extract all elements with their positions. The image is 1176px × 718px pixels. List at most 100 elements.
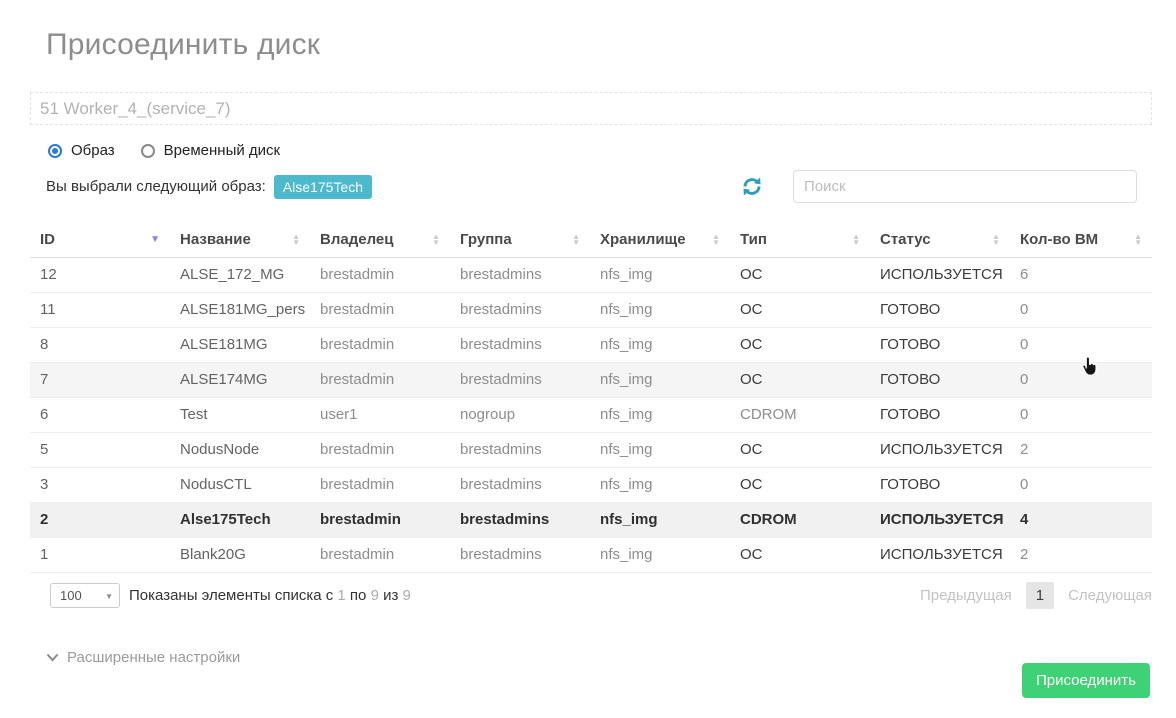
summary-total: 9 bbox=[403, 587, 411, 604]
column-header-label: Хранилище bbox=[600, 231, 686, 248]
table-row[interactable]: 5NodusNodebrestadminbrestadminsnfs_imgОС… bbox=[30, 433, 1152, 468]
cell-status: ГОТОВО bbox=[870, 398, 1010, 433]
column-header[interactable]: Хранилище▲▼ bbox=[590, 222, 730, 258]
search-input[interactable] bbox=[793, 170, 1137, 203]
radio-temp-disk[interactable]: Временный диск bbox=[141, 142, 280, 159]
cell-type: ОС bbox=[730, 328, 870, 363]
cell-group: brestadmins bbox=[450, 468, 590, 503]
pagination-next[interactable]: Следующая bbox=[1068, 587, 1152, 604]
cell-name: Blank20G bbox=[170, 538, 310, 573]
cell-vm_count: 4 bbox=[1010, 503, 1152, 538]
cell-owner: brestadmin bbox=[310, 468, 450, 503]
cell-storage: nfs_img bbox=[590, 468, 730, 503]
cell-name: Alse175Tech bbox=[170, 503, 310, 538]
column-header[interactable]: Название▲▼ bbox=[170, 222, 310, 258]
table-row[interactable]: 8ALSE181MGbrestadminbrestadminsnfs_imgОС… bbox=[30, 328, 1152, 363]
cell-owner: brestadmin bbox=[310, 258, 450, 293]
cell-owner: brestadmin bbox=[310, 538, 450, 573]
vm-select[interactable]: 51 Worker_4_(service_7) bbox=[30, 92, 1152, 125]
image-toolbar: Вы выбрали следующий образ: Alse175Tech bbox=[30, 170, 1152, 203]
cell-name: ALSE_172_MG bbox=[170, 258, 310, 293]
cell-vm_count: 0 bbox=[1010, 398, 1152, 433]
cell-id: 1 bbox=[30, 538, 170, 573]
sort-desc-icon: ▼ bbox=[150, 235, 160, 245]
cell-type: ОС bbox=[730, 363, 870, 398]
cell-status: ГОТОВО bbox=[870, 328, 1010, 363]
table-row[interactable]: 7ALSE174MGbrestadminbrestadminsnfs_imgОС… bbox=[30, 363, 1152, 398]
table-row[interactable]: 2Alse175Techbrestadminbrestadminsnfs_img… bbox=[30, 503, 1152, 538]
table-row[interactable]: 12ALSE_172_MGbrestadminbrestadminsnfs_im… bbox=[30, 258, 1152, 293]
cell-type: ОС bbox=[730, 433, 870, 468]
page-size-value: 100 bbox=[60, 588, 82, 603]
vm-select-value: 51 Worker_4_(service_7) bbox=[40, 99, 231, 119]
sort-both-icon: ▲▼ bbox=[852, 234, 860, 246]
cell-group: nogroup bbox=[450, 398, 590, 433]
radio-circle-icon bbox=[48, 144, 62, 158]
cell-group: brestadmins bbox=[450, 293, 590, 328]
cell-owner: brestadmin bbox=[310, 503, 450, 538]
table-footer: 100 ▼ Показаны элементы списка с 1 по 9 … bbox=[30, 582, 1152, 609]
cell-id: 8 bbox=[30, 328, 170, 363]
cell-storage: nfs_img bbox=[590, 433, 730, 468]
cell-group: brestadmins bbox=[450, 363, 590, 398]
refresh-button[interactable] bbox=[742, 177, 762, 196]
cell-id: 2 bbox=[30, 503, 170, 538]
cell-name: Test bbox=[170, 398, 310, 433]
selected-image-badge: Alse175Tech bbox=[274, 175, 372, 199]
table-row[interactable]: 1Blank20Gbrestadminbrestadminsnfs_imgОСИ… bbox=[30, 538, 1152, 573]
list-summary: Показаны элементы списка с 1 по 9 из 9 bbox=[129, 587, 411, 604]
column-header-label: Название bbox=[180, 231, 251, 248]
cell-status: ГОТОВО bbox=[870, 468, 1010, 503]
selected-image-label: Вы выбрали следующий образ: bbox=[46, 178, 266, 195]
cell-owner: brestadmin bbox=[310, 433, 450, 468]
cell-owner: brestadmin bbox=[310, 363, 450, 398]
table-row[interactable]: 11ALSE181MG_persbrestadminbrestadminsnfs… bbox=[30, 293, 1152, 328]
radio-label: Образ bbox=[71, 142, 115, 159]
column-header-label: Кол-во ВМ bbox=[1020, 231, 1098, 248]
column-header[interactable]: Владелец▲▼ bbox=[310, 222, 450, 258]
cell-type: CDROM bbox=[730, 398, 870, 433]
cell-storage: nfs_img bbox=[590, 328, 730, 363]
column-header[interactable]: Кол-во ВМ▲▼ bbox=[1010, 222, 1152, 258]
pagination-page-1[interactable]: 1 bbox=[1026, 582, 1054, 609]
radio-image[interactable]: Образ bbox=[48, 142, 115, 159]
pagination-prev[interactable]: Предыдущая bbox=[920, 587, 1012, 604]
page-size-select[interactable]: 100 ▼ bbox=[50, 583, 120, 608]
cell-id: 11 bbox=[30, 293, 170, 328]
chevron-down-icon: ▼ bbox=[105, 592, 113, 601]
cell-id: 5 bbox=[30, 433, 170, 468]
cell-status: ИСПОЛЬЗУЕТСЯ bbox=[870, 258, 1010, 293]
refresh-icon bbox=[742, 177, 762, 196]
cell-storage: nfs_img bbox=[590, 398, 730, 433]
attach-button[interactable]: Присоединить bbox=[1022, 663, 1150, 698]
column-header[interactable]: Статус▲▼ bbox=[870, 222, 1010, 258]
cell-name: NodusCTL bbox=[170, 468, 310, 503]
cell-storage: nfs_img bbox=[590, 293, 730, 328]
radio-circle-icon bbox=[141, 144, 155, 158]
cell-id: 3 bbox=[30, 468, 170, 503]
cell-name: ALSE181MG bbox=[170, 328, 310, 363]
cell-group: brestadmins bbox=[450, 433, 590, 468]
attach-disk-dialog: Присоединить диск 51 Worker_4_(service_7… bbox=[30, 0, 1152, 666]
summary-from: 1 bbox=[337, 587, 345, 604]
cell-vm_count: 0 bbox=[1010, 328, 1152, 363]
column-header[interactable]: Группа ▲▼ bbox=[450, 222, 590, 258]
cell-vm_count: 0 bbox=[1010, 293, 1152, 328]
advanced-settings-toggle[interactable]: Расширенные настройки bbox=[30, 649, 240, 666]
column-header-label: Владелец bbox=[320, 231, 393, 248]
cell-owner: brestadmin bbox=[310, 328, 450, 363]
cell-type: ОС bbox=[730, 468, 870, 503]
cell-id: 12 bbox=[30, 258, 170, 293]
sort-both-icon: ▲▼ bbox=[572, 234, 580, 246]
cell-vm_count: 0 bbox=[1010, 468, 1152, 503]
table-row[interactable]: 6Testuser1nogroupnfs_imgCDROMГОТОВО0 bbox=[30, 398, 1152, 433]
table-row[interactable]: 3NodusCTLbrestadminbrestadminsnfs_imgОСГ… bbox=[30, 468, 1152, 503]
cell-vm_count: 2 bbox=[1010, 433, 1152, 468]
column-header-label: Тип bbox=[740, 231, 767, 248]
cell-name: NodusNode bbox=[170, 433, 310, 468]
cell-type: ОС bbox=[730, 258, 870, 293]
column-header[interactable]: ID▼ bbox=[30, 222, 170, 258]
cell-storage: nfs_img bbox=[590, 258, 730, 293]
column-header-label: Группа bbox=[460, 231, 512, 248]
column-header[interactable]: Тип ▲▼ bbox=[730, 222, 870, 258]
